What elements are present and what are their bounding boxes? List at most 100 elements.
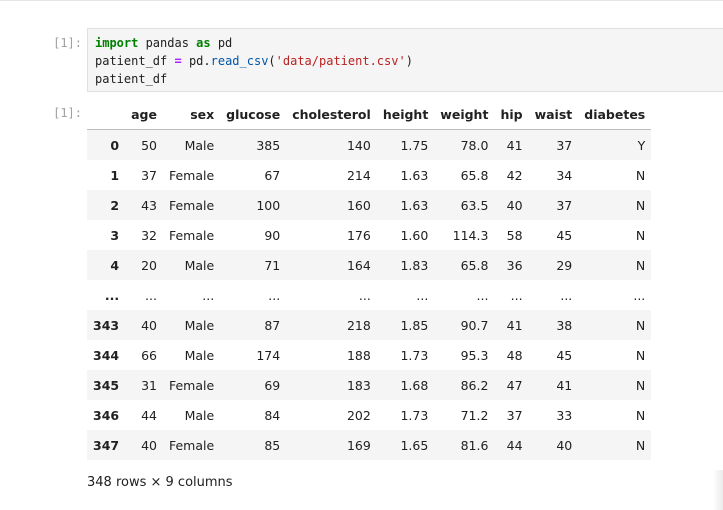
table-cell: Male — [184, 137, 215, 153]
table-row: 343 40 Male 87 218 1.85 90.7 41 38 N — [87, 310, 652, 340]
table-cell: 40 — [556, 437, 573, 453]
table-cell: 50 — [141, 137, 157, 153]
code-token: pd — [210, 36, 233, 50]
row-index: 345 — [93, 377, 120, 393]
table-cell: 86.2 — [460, 377, 489, 393]
table-cell: ... — [560, 287, 573, 303]
table-cell: 45 — [556, 347, 573, 363]
code-token: 'data/patient.csv' — [275, 54, 406, 68]
table-cell: 1.65 — [400, 437, 429, 453]
code-token: patient_df — [95, 72, 168, 86]
table-cell: 65.8 — [460, 257, 489, 273]
table-cell: ... — [145, 287, 157, 303]
table-cell: 40 — [506, 197, 523, 213]
table-cell: ... — [476, 287, 489, 303]
table-cell: 38 — [556, 317, 573, 333]
code-line: patient_df = pd.read_csv('data/patient.c… — [95, 52, 723, 70]
table-cell: 65.8 — [460, 167, 489, 183]
table-cell: 71 — [264, 257, 281, 273]
table-cell: 58 — [506, 227, 523, 243]
table-cell: 176 — [346, 227, 371, 243]
table-cell: ... — [510, 287, 523, 303]
input-prompt: [1]: — [53, 36, 82, 50]
code-token: = — [174, 54, 182, 68]
table-cell: 78.0 — [460, 137, 489, 153]
table-cell: ... — [202, 287, 215, 303]
table-cell: 44 — [141, 407, 157, 423]
table-cell: 1.73 — [400, 347, 429, 363]
table-cell: 1.75 — [400, 137, 429, 153]
table-cell: N — [635, 257, 646, 273]
table-cell: 36 — [506, 257, 523, 273]
table-cell: ... — [633, 287, 646, 303]
table-cell: Female — [168, 227, 215, 243]
table-cell: 90 — [264, 227, 281, 243]
table-cell: ... — [268, 287, 281, 303]
table-cell: 32 — [141, 227, 157, 243]
table-cell: 40 — [141, 317, 157, 333]
table-row: .............................. — [87, 280, 652, 310]
table-cell: 67 — [264, 167, 281, 183]
row-index: ... — [104, 287, 120, 303]
table-cell: Male — [184, 317, 215, 333]
table-cell: 174 — [256, 347, 281, 363]
table-cell: ... — [358, 287, 371, 303]
notebook-page: [1]: import pandas as pd patient_df = pd.… — [0, 0, 723, 510]
row-index: 1 — [110, 167, 120, 183]
table-cell: Female — [168, 437, 215, 453]
table-cell: 1.85 — [400, 317, 429, 333]
table-row: 2 43 Female 100 160 1.63 63.5 40 37 N — [87, 190, 652, 220]
table-cell: 140 — [346, 137, 371, 153]
table-cell: 45 — [556, 227, 573, 243]
column-header: glucose — [220, 99, 287, 130]
row-index: 3 — [110, 227, 120, 243]
column-header: diabetes — [578, 99, 652, 130]
table-cell: 66 — [141, 347, 157, 363]
code-token: pd. — [181, 54, 211, 68]
table-cell: N — [635, 227, 646, 243]
table-cell: 69 — [264, 377, 281, 393]
output-prompt: [1]: — [53, 106, 82, 120]
row-index: 343 — [93, 317, 120, 333]
table-cell: N — [635, 407, 646, 423]
table-cell: Female — [168, 197, 215, 213]
row-index: 344 — [93, 347, 120, 363]
table-cell: N — [635, 197, 646, 213]
table-cell: 34 — [556, 167, 573, 183]
table-cell: 37 — [141, 167, 157, 183]
table-cell: 169 — [346, 437, 371, 453]
table-cell: 37 — [556, 197, 573, 213]
table-cell: Male — [184, 407, 215, 423]
table-cell: 202 — [346, 407, 371, 423]
table-cell: 47 — [506, 377, 523, 393]
code-token: import — [95, 36, 139, 50]
table-cell: 90.7 — [460, 317, 489, 333]
code-cell-editor[interactable]: import pandas as pd patient_df = pd.read_… — [87, 28, 723, 92]
table-cell: Y — [637, 137, 646, 153]
table-cell: 20 — [141, 257, 157, 273]
table-cell: 183 — [346, 377, 371, 393]
table-cell: 214 — [346, 167, 371, 183]
table-body: 0 50 Male 385 140 1.75 78.0 41 37 Y 1 37 Female 67 214… — [87, 129, 652, 460]
table-cell: N — [635, 317, 646, 333]
code-token: as — [196, 36, 211, 50]
row-index: 0 — [110, 137, 120, 153]
table-cell: Male — [184, 347, 215, 363]
table-cell: 37 — [506, 407, 523, 423]
column-header: sex — [162, 99, 221, 130]
table-cell: Female — [168, 167, 215, 183]
code-token: ) — [405, 54, 413, 68]
table-cell: 188 — [346, 347, 371, 363]
table-row: 1 37 Female 67 214 1.63 65.8 42 34 N — [87, 160, 652, 190]
table-cell: 44 — [506, 437, 523, 453]
row-index: 347 — [93, 437, 120, 453]
code-token: patient_df — [95, 54, 175, 68]
table-cell: 1.83 — [400, 257, 429, 273]
table-cell: 100 — [256, 197, 281, 213]
table-cell: 43 — [141, 197, 157, 213]
table-cell: 48 — [506, 347, 523, 363]
row-index: 4 — [110, 257, 120, 273]
table-cell: 1.68 — [400, 377, 429, 393]
table-cell: 41 — [506, 317, 523, 333]
table-row: 344 66 Male 174 188 1.73 95.3 48 45 N — [87, 340, 652, 370]
